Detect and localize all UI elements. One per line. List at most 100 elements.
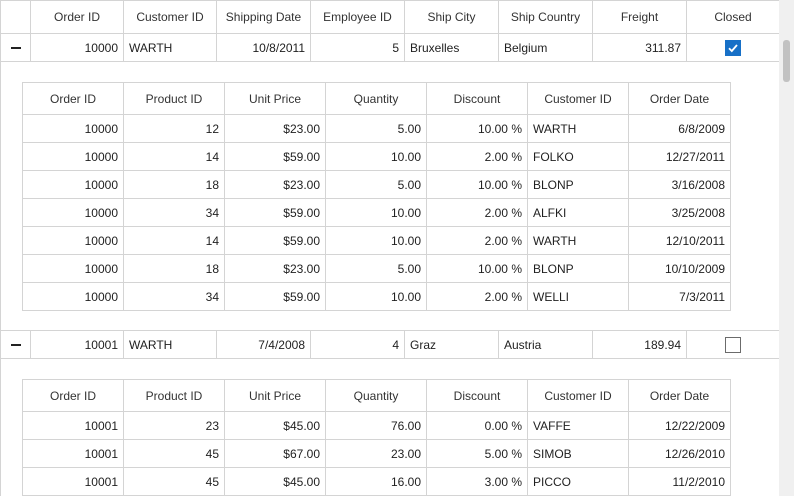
column-header-closed[interactable]: Closed bbox=[687, 1, 779, 33]
ship-country-cell[interactable]: Belgium bbox=[499, 34, 593, 61]
order-date-cell[interactable]: 6/8/2009 bbox=[629, 115, 731, 142]
order-row[interactable]: 10000 WARTH 10/8/2011 5 Bruxelles Belgiu… bbox=[1, 34, 779, 62]
column-header-ship-city[interactable]: Ship City bbox=[405, 1, 499, 33]
column-header-product-id[interactable]: Product ID bbox=[124, 380, 225, 411]
customer-id-cell[interactable]: SIMOB bbox=[528, 440, 629, 467]
discount-cell[interactable]: 2.00 % bbox=[427, 283, 528, 310]
order-date-cell[interactable]: 12/10/2011 bbox=[629, 227, 731, 254]
quantity-cell[interactable]: 10.00 bbox=[326, 283, 427, 310]
detail-row[interactable]: 10000 12 $23.00 5.00 10.00 % WARTH 6/8/2009 bbox=[23, 115, 731, 143]
customer-id-cell[interactable]: WARTH bbox=[124, 34, 217, 61]
quantity-cell[interactable]: 5.00 bbox=[326, 115, 427, 142]
detail-row[interactable]: 10001 45 $67.00 23.00 5.00 % SIMOB 12/26/2010 bbox=[23, 440, 731, 468]
employee-id-cell[interactable]: 5 bbox=[311, 34, 405, 61]
quantity-cell[interactable]: 10.00 bbox=[326, 199, 427, 226]
order-id-cell[interactable]: 10000 bbox=[23, 143, 124, 170]
customer-id-cell[interactable]: BLONP bbox=[528, 255, 629, 282]
product-id-cell[interactable]: 34 bbox=[124, 283, 225, 310]
vertical-scrollbar[interactable] bbox=[779, 0, 794, 496]
collapse-button[interactable] bbox=[1, 331, 31, 358]
freight-cell[interactable]: 311.87 bbox=[593, 34, 687, 61]
detail-row[interactable]: 10001 23 $45.00 76.00 0.00 % VAFFE 12/22/2009 bbox=[23, 412, 731, 440]
quantity-cell[interactable]: 5.00 bbox=[326, 255, 427, 282]
detail-row[interactable]: 10000 14 $59.00 10.00 2.00 % FOLKO 12/27/2011 bbox=[23, 143, 731, 171]
column-header-unit-price[interactable]: Unit Price bbox=[225, 380, 326, 411]
customer-id-cell[interactable]: WARTH bbox=[528, 227, 629, 254]
collapse-button[interactable] bbox=[1, 34, 31, 61]
ship-city-cell[interactable]: Graz bbox=[405, 331, 499, 358]
order-id-cell[interactable]: 10001 bbox=[31, 331, 124, 358]
column-header-ship-country[interactable]: Ship Country bbox=[499, 1, 593, 33]
column-header-discount[interactable]: Discount bbox=[427, 380, 528, 411]
customer-id-cell[interactable]: ALFKI bbox=[528, 199, 629, 226]
column-header-order-id[interactable]: Order ID bbox=[23, 380, 124, 411]
column-header-order-date[interactable]: Order Date bbox=[629, 83, 731, 114]
discount-cell[interactable]: 2.00 % bbox=[427, 143, 528, 170]
order-id-cell[interactable]: 10000 bbox=[23, 171, 124, 198]
discount-cell[interactable]: 5.00 % bbox=[427, 440, 528, 467]
quantity-cell[interactable]: 76.00 bbox=[326, 412, 427, 439]
column-header-product-id[interactable]: Product ID bbox=[124, 83, 225, 114]
order-date-cell[interactable]: 10/10/2009 bbox=[629, 255, 731, 282]
scrollbar-thumb[interactable] bbox=[783, 40, 790, 82]
column-header-employee-id[interactable]: Employee ID bbox=[311, 1, 405, 33]
discount-cell[interactable]: 2.00 % bbox=[427, 199, 528, 226]
quantity-cell[interactable]: 5.00 bbox=[326, 171, 427, 198]
unit-price-cell[interactable]: $59.00 bbox=[225, 199, 326, 226]
shipping-date-cell[interactable]: 7/4/2008 bbox=[217, 331, 311, 358]
column-header-shipping-date[interactable]: Shipping Date bbox=[217, 1, 311, 33]
discount-cell[interactable]: 10.00 % bbox=[427, 115, 528, 142]
column-header-customer-id[interactable]: Customer ID bbox=[528, 380, 629, 411]
unit-price-cell[interactable]: $67.00 bbox=[225, 440, 326, 467]
column-header-order-date[interactable]: Order Date bbox=[629, 380, 731, 411]
order-date-cell[interactable]: 11/2/2010 bbox=[629, 468, 731, 495]
order-id-cell[interactable]: 10000 bbox=[23, 227, 124, 254]
customer-id-cell[interactable]: WELLI bbox=[528, 283, 629, 310]
column-header-customer-id[interactable]: Customer ID bbox=[528, 83, 629, 114]
quantity-cell[interactable]: 16.00 bbox=[326, 468, 427, 495]
discount-cell[interactable]: 3.00 % bbox=[427, 468, 528, 495]
unit-price-cell[interactable]: $59.00 bbox=[225, 283, 326, 310]
discount-cell[interactable]: 2.00 % bbox=[427, 227, 528, 254]
column-header-order-id[interactable]: Order ID bbox=[31, 1, 124, 33]
product-id-cell[interactable]: 18 bbox=[124, 255, 225, 282]
order-id-cell[interactable]: 10000 bbox=[23, 283, 124, 310]
detail-row[interactable]: 10000 14 $59.00 10.00 2.00 % WARTH 12/10/2011 bbox=[23, 227, 731, 255]
detail-row[interactable]: 10000 34 $59.00 10.00 2.00 % WELLI 7/3/2011 bbox=[23, 283, 731, 311]
customer-id-cell[interactable]: VAFFE bbox=[528, 412, 629, 439]
column-header-quantity[interactable]: Quantity bbox=[326, 83, 427, 114]
product-id-cell[interactable]: 45 bbox=[124, 440, 225, 467]
customer-id-cell[interactable]: BLONP bbox=[528, 171, 629, 198]
product-id-cell[interactable]: 34 bbox=[124, 199, 225, 226]
order-row[interactable]: 10001 WARTH 7/4/2008 4 Graz Austria 189.… bbox=[1, 331, 779, 359]
order-id-cell[interactable]: 10000 bbox=[31, 34, 124, 61]
unit-price-cell[interactable]: $59.00 bbox=[225, 227, 326, 254]
order-id-cell[interactable]: 10001 bbox=[23, 440, 124, 467]
order-id-cell[interactable]: 10000 bbox=[23, 115, 124, 142]
detail-row[interactable]: 10000 18 $23.00 5.00 10.00 % BLONP 10/10/2009 bbox=[23, 255, 731, 283]
customer-id-cell[interactable]: WARTH bbox=[528, 115, 629, 142]
order-date-cell[interactable]: 3/25/2008 bbox=[629, 199, 731, 226]
customer-id-cell[interactable]: PICCO bbox=[528, 468, 629, 495]
closed-checkbox[interactable] bbox=[725, 336, 741, 353]
detail-row[interactable]: 10001 45 $45.00 16.00 3.00 % PICCO 11/2/2010 bbox=[23, 468, 731, 496]
customer-id-cell[interactable]: WARTH bbox=[124, 331, 217, 358]
discount-cell[interactable]: 0.00 % bbox=[427, 412, 528, 439]
unit-price-cell[interactable]: $23.00 bbox=[225, 171, 326, 198]
column-header-discount[interactable]: Discount bbox=[427, 83, 528, 114]
order-date-cell[interactable]: 7/3/2011 bbox=[629, 283, 731, 310]
product-id-cell[interactable]: 12 bbox=[124, 115, 225, 142]
order-id-cell[interactable]: 10001 bbox=[23, 468, 124, 495]
product-id-cell[interactable]: 45 bbox=[124, 468, 225, 495]
product-id-cell[interactable]: 23 bbox=[124, 412, 225, 439]
product-id-cell[interactable]: 18 bbox=[124, 171, 225, 198]
unit-price-cell[interactable]: $23.00 bbox=[225, 255, 326, 282]
order-id-cell[interactable]: 10000 bbox=[23, 199, 124, 226]
column-header-customer-id[interactable]: Customer ID bbox=[124, 1, 217, 33]
detail-row[interactable]: 10000 18 $23.00 5.00 10.00 % BLONP 3/16/2008 bbox=[23, 171, 731, 199]
closed-checkbox[interactable] bbox=[725, 39, 741, 56]
unit-price-cell[interactable]: $59.00 bbox=[225, 143, 326, 170]
ship-country-cell[interactable]: Austria bbox=[499, 331, 593, 358]
quantity-cell[interactable]: 23.00 bbox=[326, 440, 427, 467]
unit-price-cell[interactable]: $45.00 bbox=[225, 412, 326, 439]
